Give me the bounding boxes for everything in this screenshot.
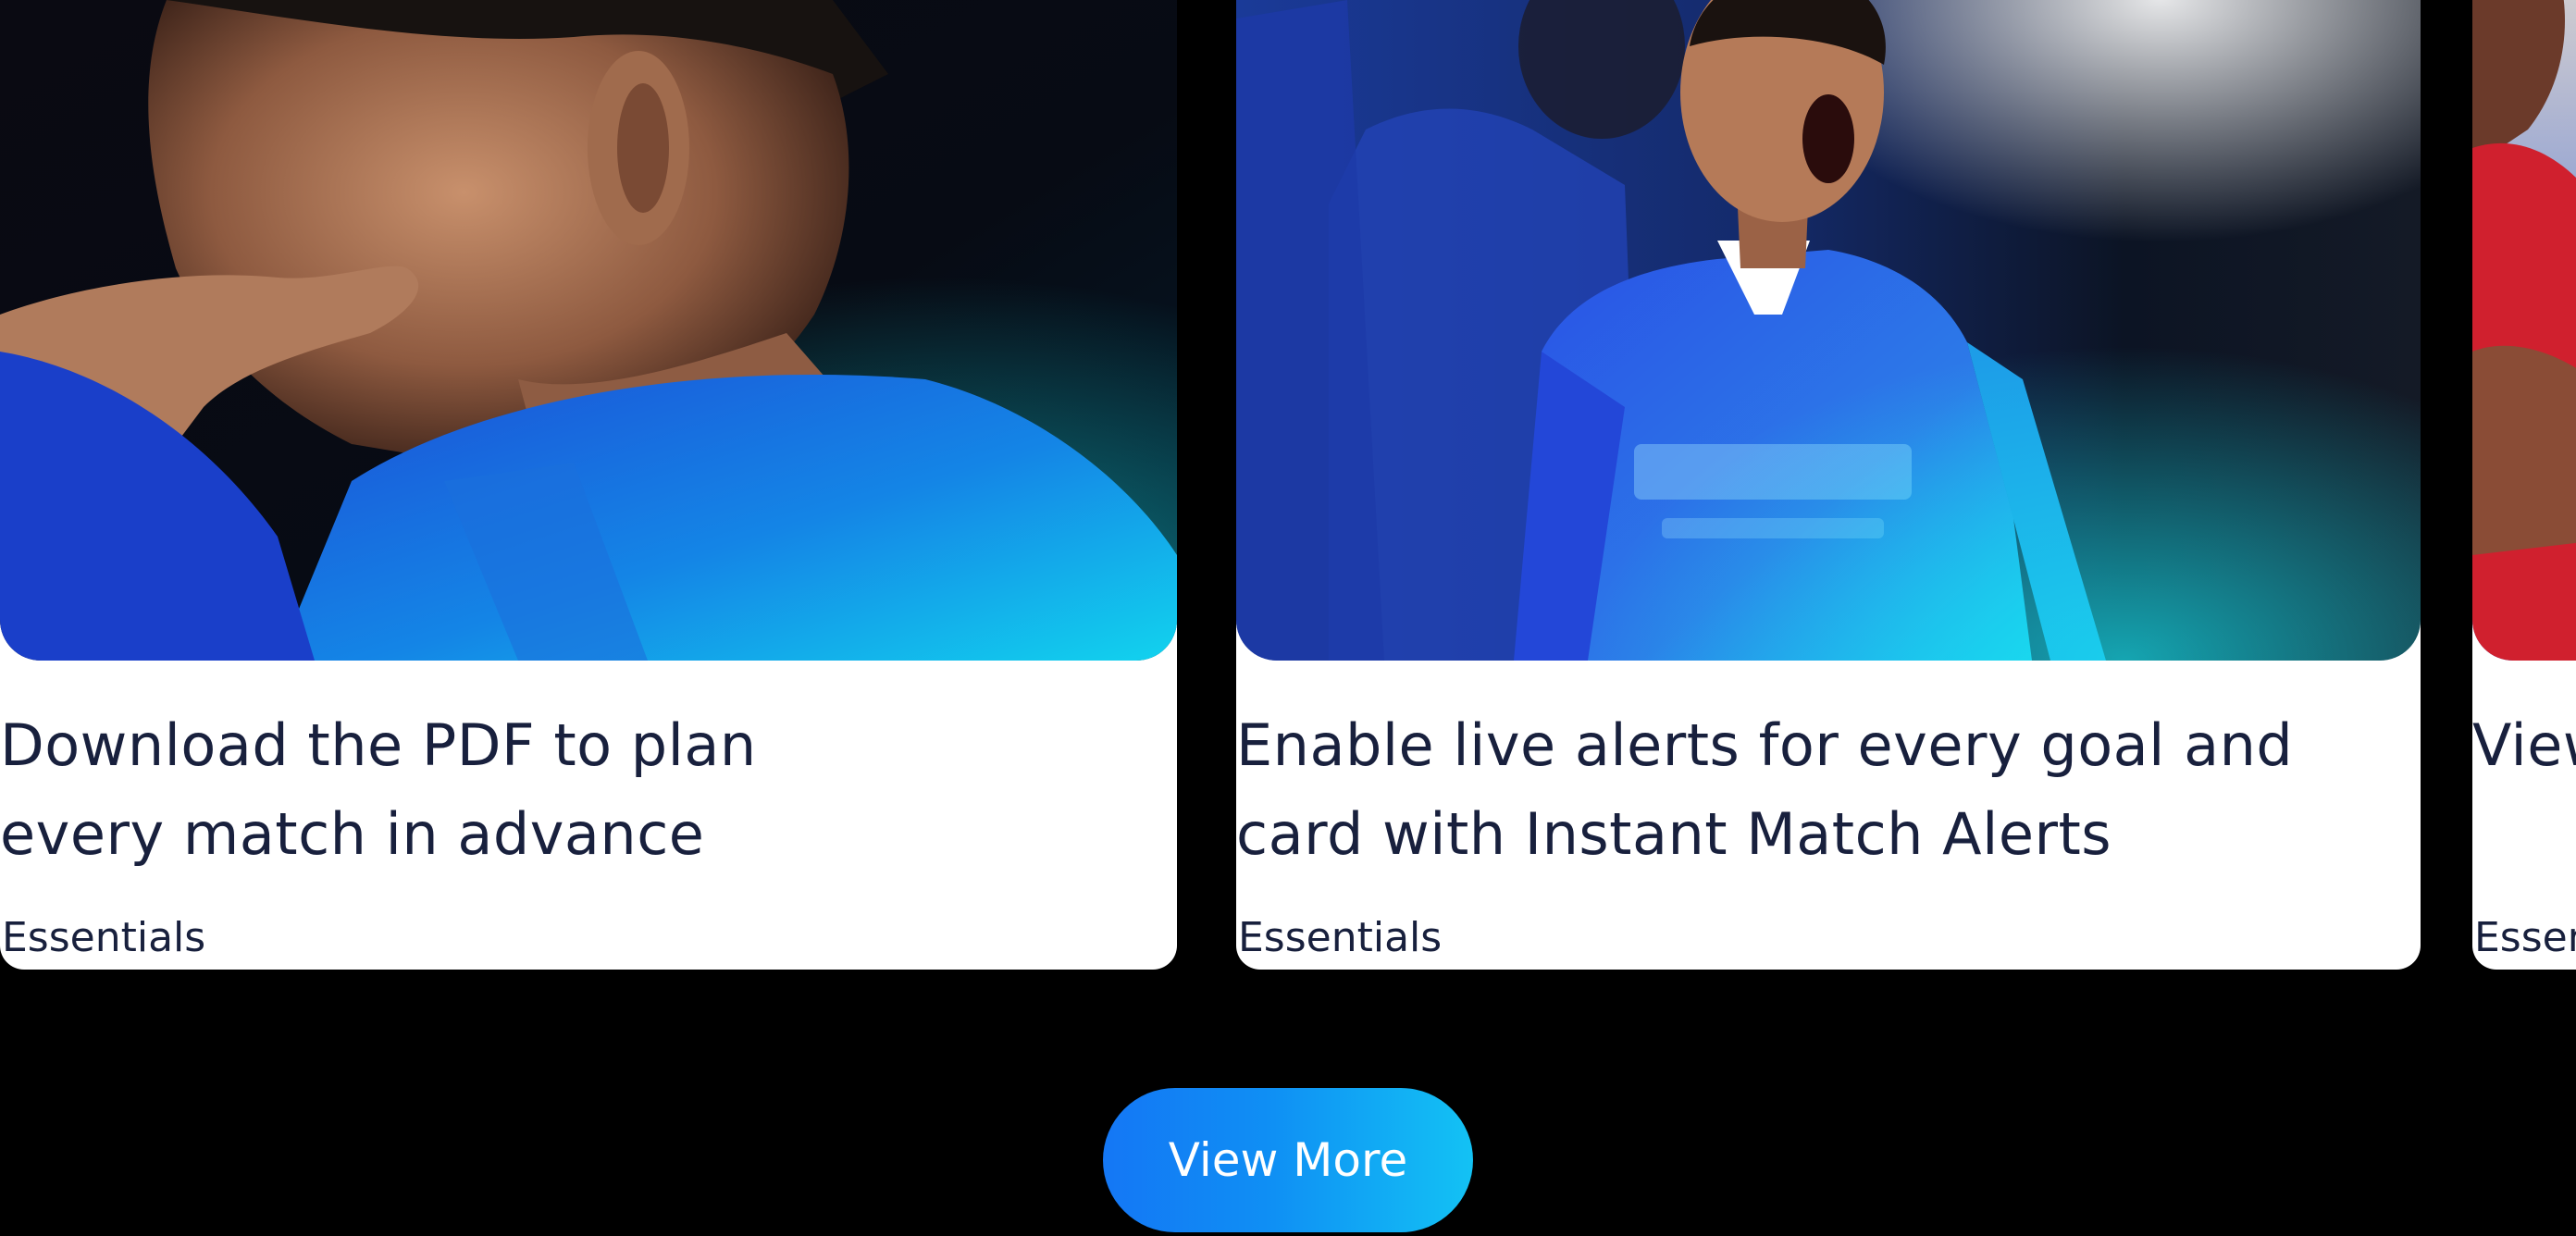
view-more-button[interactable]: View More <box>1103 1088 1473 1232</box>
cards-section: Download the PDF to plan every match in … <box>0 0 2576 1236</box>
player-thinking-image <box>0 0 1177 661</box>
article-card[interactable]: Enable live alerts for every goal and ca… <box>1236 0 2421 970</box>
player-red-kit-image <box>2472 0 2576 661</box>
card-title[interactable]: Enable live alerts for every goal and ca… <box>1236 701 2393 879</box>
card-title[interactable]: Download the PDF to plan every match in … <box>0 701 925 879</box>
card-title[interactable]: View performance <box>2472 701 2576 790</box>
card-category-tag: Essentials <box>1238 914 1443 961</box>
article-card[interactable]: Download the PDF to plan every match in … <box>0 0 1177 970</box>
card-category-tag: Essentials <box>2 914 206 961</box>
card-category-tag: Essentials <box>2474 914 2576 961</box>
card-image <box>2472 0 2576 661</box>
article-card[interactable]: View performance Essentials <box>2472 0 2576 970</box>
player-celebrating-image <box>1236 0 2421 661</box>
card-image <box>0 0 1177 661</box>
card-image <box>1236 0 2421 661</box>
